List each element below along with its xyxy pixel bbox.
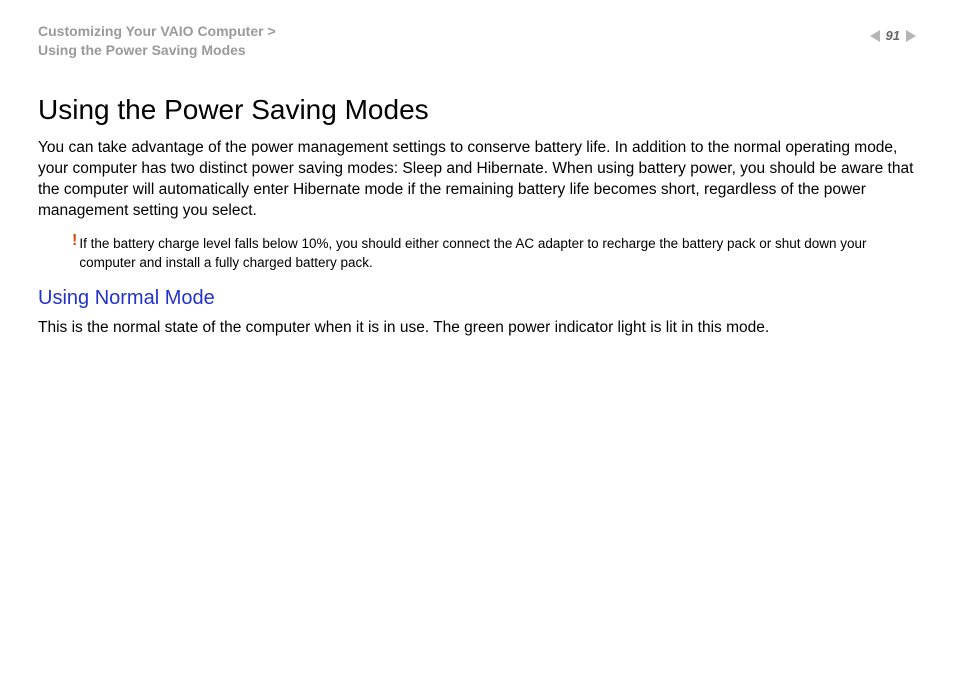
breadcrumb: Customizing Your VAIO Computer > Using t… — [38, 22, 276, 60]
page-title: Using the Power Saving Modes — [38, 94, 916, 126]
warning-block: ! If the battery charge level falls belo… — [38, 235, 916, 273]
warning-text: If the battery charge level falls below … — [79, 235, 916, 273]
pager: 91 — [870, 28, 916, 43]
breadcrumb-line-1: Customizing Your VAIO Computer > — [38, 22, 276, 41]
warning-icon: ! — [72, 233, 77, 249]
intro-paragraph: You can take advantage of the power mana… — [38, 138, 916, 222]
page-number: 91 — [886, 28, 900, 43]
page-content: Using the Power Saving Modes You can tak… — [0, 60, 954, 339]
page-header: Customizing Your VAIO Computer > Using t… — [0, 0, 954, 60]
section-subheading: Using Normal Mode — [38, 287, 916, 310]
breadcrumb-line-2: Using the Power Saving Modes — [38, 41, 276, 60]
normal-mode-paragraph: This is the normal state of the computer… — [38, 318, 916, 339]
prev-page-icon[interactable] — [870, 30, 880, 42]
next-page-icon[interactable] — [906, 30, 916, 42]
